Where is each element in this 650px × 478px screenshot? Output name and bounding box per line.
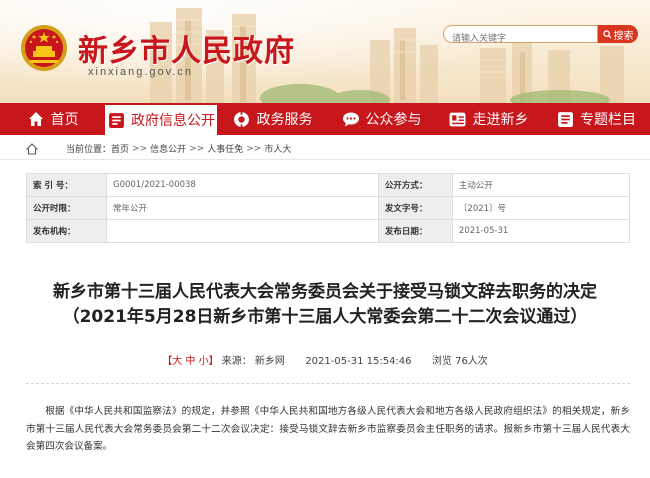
article-source: 来源： 新乡网	[221, 356, 285, 367]
breadcrumb-separator: >>	[189, 143, 205, 154]
disclosure-method-value: 主动公开	[451, 173, 631, 197]
article-title-line: 新乡市第十三届人民代表大会常务委员会关于接受马锁文辞去职务的决定	[53, 282, 597, 302]
search-icon	[602, 29, 612, 39]
nav-item-special-topics[interactable]: 专题栏目	[542, 103, 650, 135]
nav-item-label: 首页	[50, 112, 79, 128]
document-number-value: 〔2021〕号	[451, 196, 631, 220]
article-subtitle-line: （2021年5月28日新乡市第十三届人大常委会第二十二次会议通过）	[62, 307, 588, 327]
nav-item-label: 走进新乡	[472, 112, 529, 128]
font-size-medium-button[interactable]: 中	[185, 356, 195, 367]
font-size-switcher: 【大 中 小】	[162, 356, 222, 367]
breadcrumb: 当前位置： 首页 >> 信息公开 >> 人事任免 >> 市人大	[0, 138, 650, 160]
search-box	[443, 25, 598, 46]
disclosure-period-label: 公开时限：	[26, 196, 107, 220]
publish-date-label: 发布日期：	[377, 219, 453, 243]
home-icon	[27, 110, 45, 128]
article-datetime: 2021-05-31 15:54:46	[305, 356, 412, 367]
publish-date-value: 2021-05-31	[451, 219, 631, 243]
breadcrumb-separator: >>	[246, 143, 262, 154]
document-info-table: 索 引 号： G0001/2021-00038 公开方式： 主动公开 公开时限：…	[26, 173, 631, 243]
breadcrumb-separator: >>	[132, 143, 148, 154]
chat-icon	[342, 110, 360, 128]
search-button[interactable]: 搜索	[598, 25, 638, 43]
breadcrumb-item-appointments[interactable]: 人事任免	[207, 142, 243, 155]
breadcrumb-prefix: 当前位置：	[66, 145, 112, 155]
index-number-label: 索 引 号：	[26, 173, 107, 197]
folder-icon	[556, 110, 574, 128]
font-size-large-button[interactable]: 大	[172, 356, 182, 367]
home-icon[interactable]	[26, 142, 38, 155]
card-icon	[449, 110, 467, 128]
font-size-bracket: 】	[208, 356, 219, 367]
document-icon	[107, 111, 125, 129]
article-body: 根据《中华人民共和国监察法》的规定，并参照《中华人民共和国地方各级人民代表大会和…	[26, 406, 630, 452]
nav-item-label: 政务服务	[256, 112, 313, 128]
nav-item-gov-info[interactable]: 政府信息公开	[105, 103, 217, 135]
nav-item-explore-xinxiang[interactable]: 走进新乡	[435, 103, 542, 135]
nav-item-gov-service[interactable]: 政务服务	[217, 103, 328, 135]
article-views: 浏览 76人次	[431, 356, 488, 367]
article-title: 新乡市第十三届人民代表大会常务委员会关于接受马锁文辞去职务的决定 （2021年5…	[0, 280, 650, 330]
search-button-label: 搜索	[613, 30, 634, 42]
breadcrumb-item-info-public[interactable]: 信息公开	[150, 142, 186, 155]
font-size-small-button[interactable]: 小	[199, 356, 209, 367]
disclosure-method-label: 公开方式：	[377, 173, 453, 197]
publisher-value	[106, 219, 379, 243]
nav-item-label: 政府信息公开	[131, 113, 215, 129]
main-nav: 首页 政府信息公开 政务服务 公众参与 走进新乡 专题栏目	[0, 103, 650, 135]
table-row: 公开时限： 常年公开 发文字号： 〔2021〕号	[26, 196, 631, 220]
article-meta: 【大 中 小】 来源： 新乡网 2021-05-31 15:54:46 浏览 7…	[0, 352, 650, 367]
document-number-label: 发文字号：	[377, 196, 453, 220]
table-row: 索 引 号： G0001/2021-00038 公开方式： 主动公开	[26, 173, 631, 197]
service-icon	[233, 110, 251, 128]
nav-item-label: 专题栏目	[580, 112, 636, 128]
site-header: 新乡市人民政府 xinxiang.gov.cn 搜索	[0, 0, 650, 103]
nav-item-label: 公众参与	[365, 112, 422, 128]
font-size-bracket: 【	[162, 356, 173, 367]
national-emblem-icon	[21, 25, 67, 71]
disclosure-period-value: 常年公开	[106, 196, 379, 220]
table-row: 发布机构： 发布日期： 2021-05-31	[26, 219, 631, 243]
site-title[interactable]: 新乡市人民政府	[78, 26, 295, 70]
index-number-value: G0001/2021-00038	[106, 173, 379, 197]
breadcrumb-item-home[interactable]: 首页	[111, 142, 129, 155]
site-domain: xinxiang.gov.cn	[88, 66, 194, 78]
breadcrumb-item-npc[interactable]: 市人大	[264, 142, 291, 155]
nav-item-public-participation[interactable]: 公众参与	[328, 103, 435, 135]
publisher-label: 发布机构：	[26, 219, 107, 243]
nav-item-home[interactable]: 首页	[0, 103, 105, 135]
divider	[26, 383, 630, 384]
search-input[interactable]	[452, 30, 592, 46]
